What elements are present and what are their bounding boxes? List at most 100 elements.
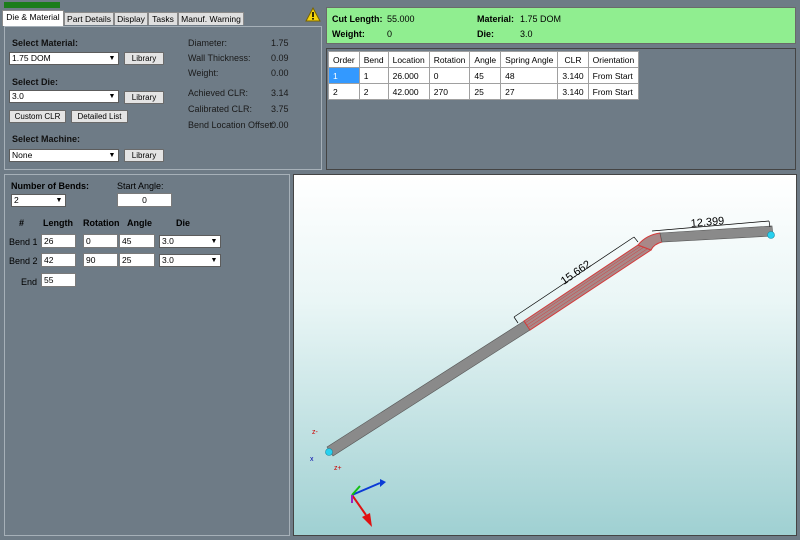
column-header[interactable]: Bend: [358, 51, 389, 68]
prop-value: 0.00: [271, 120, 289, 130]
prop-label: Bend Location Offset:: [188, 120, 275, 130]
prop-label: Wall Thickness:: [188, 53, 251, 63]
table-cell[interactable]: From Start: [587, 67, 640, 84]
dimension-label-2: 12.399: [690, 215, 725, 230]
bend-length-input[interactable]: 26: [41, 234, 76, 248]
die-select[interactable]: 3.0 ▼: [9, 90, 119, 103]
tube-segment-end: [659, 225, 774, 243]
bend-angle-input[interactable]: 25: [119, 253, 155, 267]
bend-length-input[interactable]: 42: [41, 253, 76, 267]
bend-die-value: 3.0: [162, 236, 174, 246]
bend-die-value: 3.0: [162, 255, 174, 265]
column-header[interactable]: CLR: [557, 51, 589, 68]
die-summary-label: Die:: [477, 29, 495, 39]
die-select-value: 3.0: [12, 91, 24, 101]
chevron-down-icon: ▼: [210, 238, 218, 245]
bend-angle-input[interactable]: 45: [119, 234, 155, 248]
table-row[interactable]: 2 2 42.000 270 25 27 3.140 From Start: [328, 83, 640, 100]
material-library-button[interactable]: Library: [124, 52, 164, 65]
weight-label: Weight:: [332, 29, 365, 39]
chevron-down-icon: ▼: [108, 152, 116, 159]
table-cell[interactable]: 26.000: [387, 67, 430, 84]
tube-3d-drawing[interactable]: 15.662 12.399 z- x z+: [294, 175, 797, 536]
bend-die-select[interactable]: 3.0 ▼: [159, 235, 221, 248]
col-header-number: #: [19, 218, 25, 228]
select-material-label: Select Material:: [12, 38, 79, 48]
column-header[interactable]: Spring Angle: [500, 51, 559, 68]
chevron-down-icon: ▼: [55, 197, 63, 204]
end-label: End: [21, 277, 38, 287]
col-header-die: Die: [176, 218, 191, 228]
tab-tasks[interactable]: Tasks: [148, 12, 178, 25]
col-header-length: Length: [43, 218, 73, 228]
start-angle-label: Start Angle:: [117, 181, 164, 191]
dimension-line: [513, 316, 519, 324]
number-of-bends-value: 2: [14, 195, 19, 205]
tab-die-material[interactable]: Die & Material: [2, 10, 64, 26]
bend-rotation-input[interactable]: 90: [83, 253, 118, 267]
bend-rotation-input[interactable]: 0: [83, 234, 118, 248]
tube-bend-1: [523, 244, 653, 331]
prop-label: Achieved CLR:: [188, 88, 249, 98]
col-header-angle: Angle: [127, 218, 153, 228]
tube-end-cap: [767, 231, 775, 239]
prop-value: 1.75: [271, 38, 289, 48]
table-cell[interactable]: 42.000: [387, 83, 430, 100]
prop-label: Weight:: [188, 68, 219, 78]
machine-select-value: None: [12, 150, 33, 160]
tube-start-cap: [325, 448, 333, 456]
material-select[interactable]: 1.75 DOM ▼: [9, 52, 119, 65]
tab-display[interactable]: Display: [114, 12, 148, 25]
table-cell[interactable]: 2: [328, 83, 360, 100]
table-cell[interactable]: 48: [500, 67, 559, 84]
tube-3d-viewport[interactable]: 15.662 12.399 z- x z+: [293, 174, 797, 536]
tab-manuf-warning[interactable]: Manuf. Warning: [178, 12, 244, 25]
table-cell[interactable]: 25: [469, 83, 502, 100]
machine-library-button[interactable]: Library: [124, 149, 164, 162]
column-header[interactable]: Angle: [469, 51, 502, 68]
start-angle-input[interactable]: 0: [117, 193, 172, 207]
prop-label: Calibrated CLR:: [188, 104, 253, 114]
bend-input-panel: Number of Bends: 2 ▼ Start Angle: 0 # Len…: [4, 174, 290, 536]
table-cell[interactable]: 1: [328, 67, 360, 84]
select-machine-label: Select Machine:: [12, 134, 81, 144]
table-cell[interactable]: 45: [469, 67, 502, 84]
column-header[interactable]: Orientation: [587, 51, 640, 68]
table-row[interactable]: 1 1 26.000 0 45 48 3.140 From Start: [328, 67, 640, 84]
axis-triad-icon: [351, 479, 386, 527]
prop-value: 3.75: [271, 104, 289, 114]
col-header-rotation: Rotation: [83, 218, 120, 228]
dimension-line: [633, 236, 639, 243]
table-cell[interactable]: From Start: [587, 83, 640, 100]
table-cell[interactable]: 3.140: [557, 67, 589, 84]
bend-table[interactable]: Order Bend Location Rotation Angle Sprin…: [328, 51, 640, 100]
tab-part-details[interactable]: Part Details: [64, 12, 114, 25]
prop-value: 0.00: [271, 68, 289, 78]
table-cell[interactable]: 270: [428, 83, 471, 100]
tube-segment-start: [326, 320, 531, 457]
detailed-list-button[interactable]: Detailed List: [71, 110, 128, 123]
table-header-row: Order Bend Location Rotation Angle Sprin…: [328, 51, 640, 68]
bend-die-select[interactable]: 3.0 ▼: [159, 254, 221, 267]
table-cell[interactable]: 3.140: [557, 83, 589, 100]
end-length-input[interactable]: 55: [41, 273, 76, 287]
table-cell[interactable]: 2: [358, 83, 389, 100]
column-header[interactable]: Rotation: [428, 51, 471, 68]
bend-row-label: Bend 2: [9, 256, 38, 266]
material-select-value: 1.75 DOM: [12, 53, 51, 63]
column-header[interactable]: Order: [328, 51, 360, 68]
die-library-button[interactable]: Library: [124, 91, 164, 104]
machine-select[interactable]: None ▼: [9, 149, 119, 162]
chevron-down-icon: ▼: [108, 93, 116, 100]
part-summary: Cut Length: 55.000 Weight: 0 Material: 1…: [326, 7, 796, 44]
table-cell[interactable]: 27: [500, 83, 559, 100]
number-of-bends-select[interactable]: 2 ▼: [11, 194, 66, 207]
custom-clr-button[interactable]: Custom CLR: [9, 110, 66, 123]
warning-icon[interactable]: [305, 6, 321, 22]
die-summary-value: 3.0: [520, 29, 533, 39]
die-material-panel: Select Material: 1.75 DOM ▼ Library Selec…: [4, 26, 322, 170]
column-header[interactable]: Location: [387, 51, 430, 68]
table-cell[interactable]: 0: [428, 67, 471, 84]
select-die-label: Select Die:: [12, 77, 59, 87]
table-cell[interactable]: 1: [358, 67, 389, 84]
